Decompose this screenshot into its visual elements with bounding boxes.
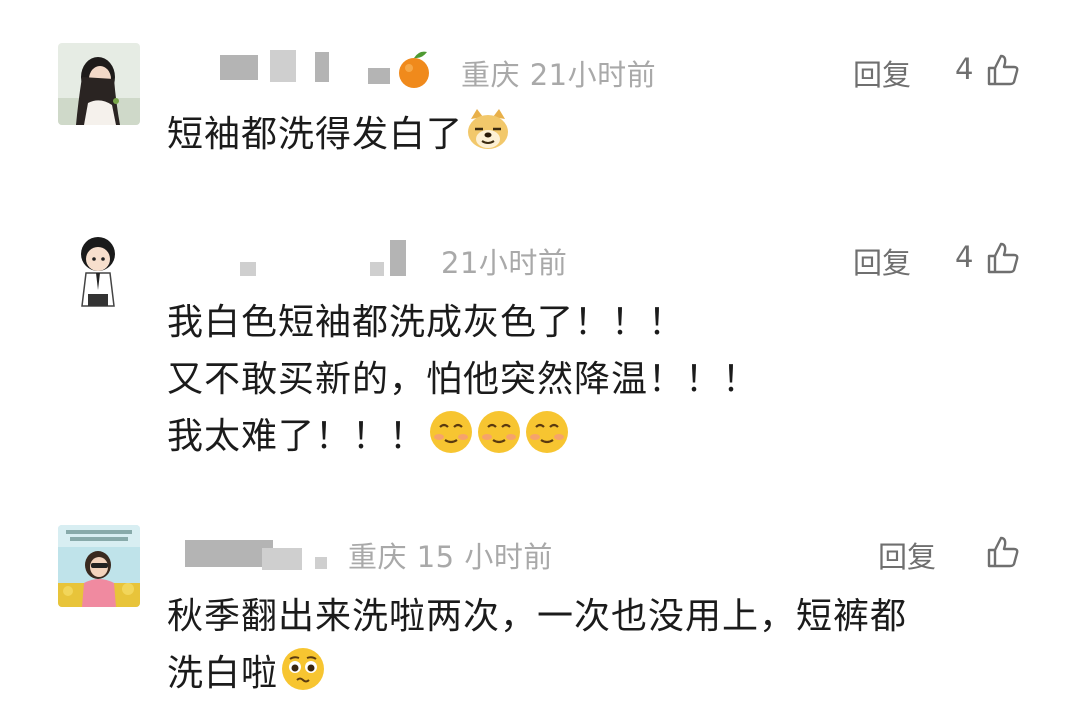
comment-location: 重庆 <box>348 540 408 574</box>
blurred-username <box>262 548 302 570</box>
avatar[interactable] <box>58 525 140 607</box>
comment-time: 15 小时前 <box>416 540 553 574</box>
pleading-emoji-icon <box>280 646 326 692</box>
comment-item-3: 重庆 15 小时前 回复 秋季翻出来洗啦两次，一次也没用上，短裤都 洗白啦 <box>0 0 1080 724</box>
thumbs-up-icon[interactable] <box>986 535 1020 569</box>
comment-meta: 重庆 15 小时前 <box>348 534 553 576</box>
comment-line: 洗白啦 <box>167 645 907 702</box>
reply-button[interactable]: 回复 <box>878 534 936 576</box>
blurred-username <box>185 540 273 567</box>
comment-line: 秋季翻出来洗啦两次，一次也没用上，短裤都 <box>167 596 908 637</box>
comment-text: 秋季翻出来洗啦两次，一次也没用上，短裤都 洗白啦 <box>167 588 907 702</box>
blurred-username <box>315 557 327 569</box>
